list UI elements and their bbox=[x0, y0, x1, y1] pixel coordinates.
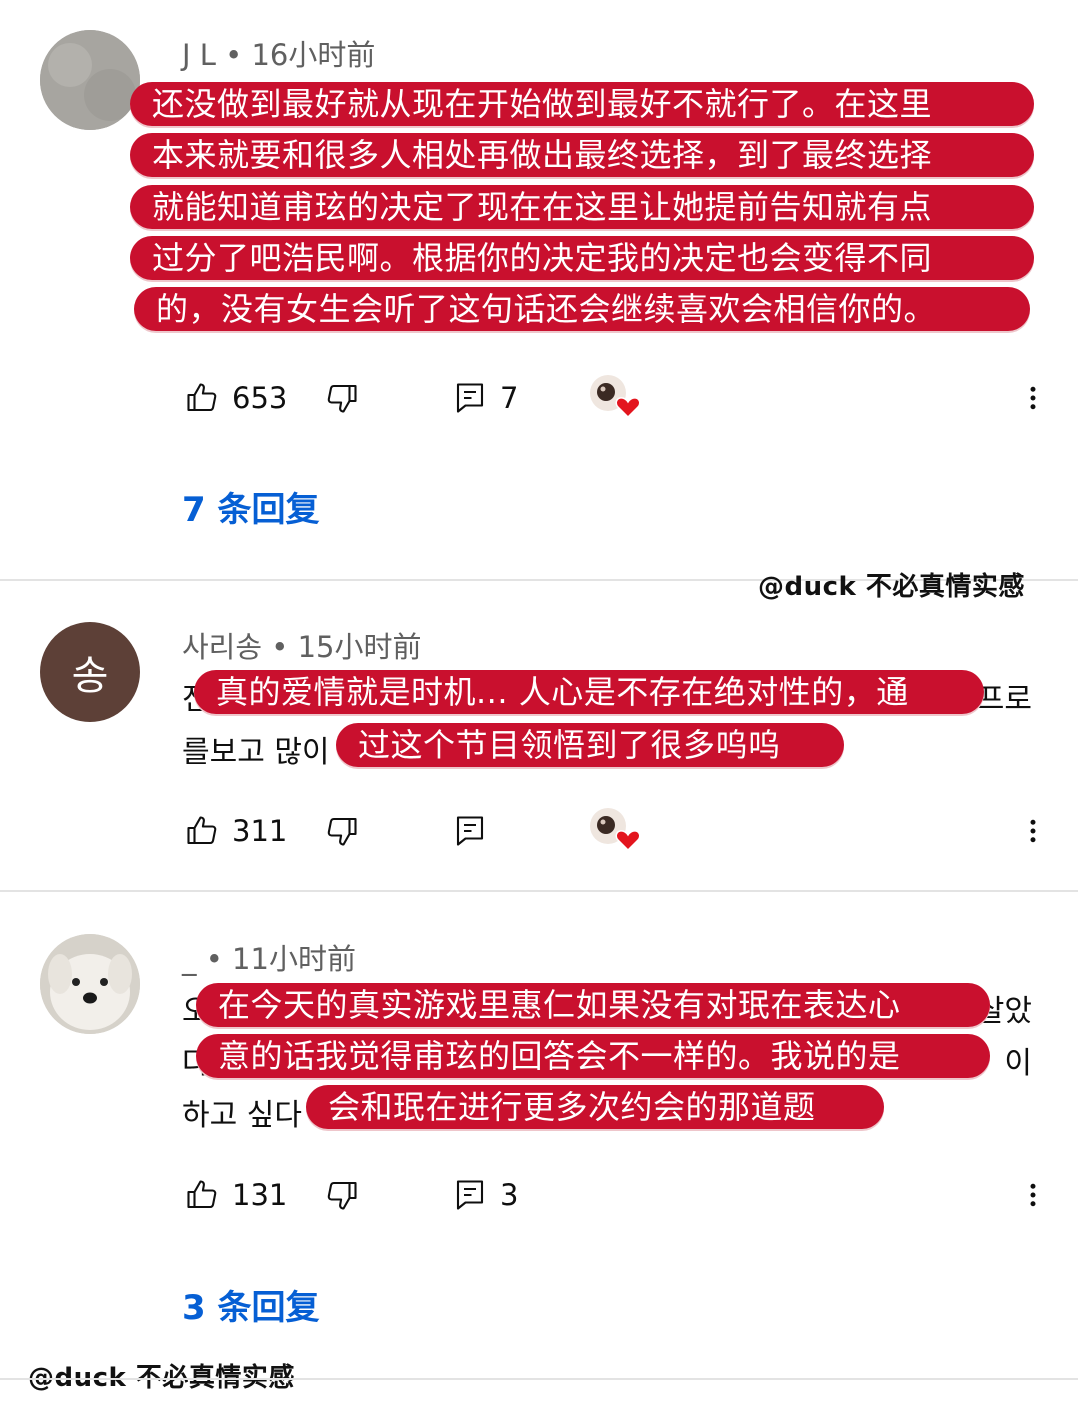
creator-heart-icon bbox=[590, 808, 641, 852]
gray-blur-avatar-icon bbox=[40, 30, 140, 130]
like-count: 653 bbox=[232, 381, 288, 415]
reply-button[interactable]: 7 bbox=[452, 376, 518, 420]
like-button[interactable]: 653 bbox=[184, 376, 287, 420]
thumbs-down-icon bbox=[327, 1181, 357, 1210]
comment-thread: J L • 16小时前 还没做到最好就从现在开始做到最好不就行了。在这里 本来就… bbox=[0, 0, 1078, 580]
comment-actions: 311 bbox=[0, 806, 1078, 856]
thumbs-up-icon bbox=[187, 816, 217, 845]
highlight-line: 在今天的真实游戏里惠仁如果没有对珉在表达心 bbox=[196, 983, 990, 1027]
comment-meta: J L • 16小时前 bbox=[182, 32, 375, 74]
thumbs-down-icon bbox=[327, 384, 357, 413]
author-name[interactable]: _ bbox=[182, 942, 197, 976]
dislike-button[interactable] bbox=[324, 1173, 360, 1217]
original-text-fragment: 하고 싶다 bbox=[182, 1098, 302, 1133]
more-vertical-icon bbox=[1030, 1183, 1036, 1207]
thumbs-down-icon bbox=[327, 817, 357, 846]
original-text-fragment: 를보고 많이 bbox=[182, 735, 330, 770]
comment-icon bbox=[456, 383, 484, 413]
avatar[interactable] bbox=[40, 30, 140, 130]
dislike-button[interactable] bbox=[324, 376, 360, 420]
highlight-line: 意的话我觉得甫玹的回答会不一样的。我说的是 bbox=[196, 1034, 990, 1078]
reply-count: 3 bbox=[500, 1178, 519, 1212]
author-name[interactable]: J L bbox=[182, 38, 216, 72]
avatar[interactable] bbox=[40, 934, 140, 1034]
reply-button[interactable]: 3 bbox=[452, 1173, 518, 1217]
reply-count: 7 bbox=[500, 381, 519, 415]
timestamp: 16小时前 bbox=[251, 38, 376, 72]
watermark: @duck 不必真情实感 bbox=[758, 572, 1025, 602]
meta-separator: • bbox=[205, 942, 233, 976]
comment-divider bbox=[0, 1378, 1078, 1380]
highlight-line: 会和珉在进行更多次约会的那道题 bbox=[306, 1085, 884, 1129]
reply-button[interactable] bbox=[452, 809, 488, 853]
comment-actions: 131 3 bbox=[0, 1173, 1078, 1217]
like-count: 311 bbox=[232, 814, 288, 848]
avatar[interactable]: 송 bbox=[40, 622, 140, 722]
like-button[interactable]: 131 bbox=[184, 1173, 287, 1217]
avatar-letter: 송 bbox=[71, 653, 109, 699]
author-name[interactable]: 사리송 bbox=[182, 630, 262, 664]
white-dog-avatar-icon bbox=[40, 934, 140, 1034]
original-text-fragment: 이 bbox=[1004, 1046, 1032, 1081]
more-options-button[interactable] bbox=[1018, 1173, 1048, 1217]
view-replies-link[interactable]: 7 条回复 bbox=[182, 482, 320, 531]
thumbs-up-icon bbox=[187, 1180, 217, 1209]
more-vertical-icon bbox=[1030, 386, 1036, 410]
creator-heart-badge bbox=[588, 806, 644, 856]
dislike-button[interactable] bbox=[324, 809, 360, 853]
comment-actions: 653 7 bbox=[0, 373, 1078, 423]
highlight-line: 过分了吧浩民啊。根据你的决定我的决定也会变得不同 bbox=[130, 236, 1034, 280]
creator-heart-badge bbox=[588, 373, 644, 423]
comment-meta: _ • 11小时前 bbox=[182, 936, 356, 978]
more-vertical-icon bbox=[1030, 819, 1036, 843]
comment-icon bbox=[456, 1180, 484, 1210]
like-button[interactable]: 311 bbox=[184, 809, 287, 853]
like-count: 131 bbox=[232, 1178, 288, 1212]
highlight-line: 的，没有女生会听了这句话还会继续喜欢会相信你的。 bbox=[134, 287, 1030, 331]
highlight-line: 就能知道甫玹的决定了现在在这里让她提前告知就有点 bbox=[130, 185, 1034, 229]
meta-separator: • bbox=[271, 630, 298, 664]
timestamp: 11小时前 bbox=[232, 942, 356, 976]
comment-icon bbox=[456, 816, 484, 846]
highlight-line: 还没做到最好就从现在开始做到最好不就行了。在这里 bbox=[130, 82, 1034, 126]
highlight-line: 本来就要和很多人相处再做出最终选择，到了最终选择 bbox=[130, 133, 1034, 177]
original-text-fragment: 프로 bbox=[976, 682, 1032, 717]
comment-meta: 사리송 • 15小时前 bbox=[182, 624, 422, 666]
creator-heart-icon bbox=[590, 375, 641, 419]
more-options-button[interactable] bbox=[1018, 809, 1048, 853]
timestamp: 15小时前 bbox=[297, 630, 422, 664]
more-options-button[interactable] bbox=[1018, 376, 1048, 420]
watermark: @duck 不必真情实感 bbox=[28, 1363, 295, 1393]
comment-divider bbox=[0, 890, 1078, 892]
meta-separator: • bbox=[225, 38, 252, 72]
view-replies-link[interactable]: 3 条回复 bbox=[182, 1280, 320, 1329]
highlight-line: 真的爱情就是时机... 人心是不存在绝对性的，通 bbox=[194, 670, 984, 714]
highlight-line: 过这个节目领悟到了很多呜呜 bbox=[336, 723, 844, 767]
thumbs-up-icon bbox=[187, 383, 217, 412]
